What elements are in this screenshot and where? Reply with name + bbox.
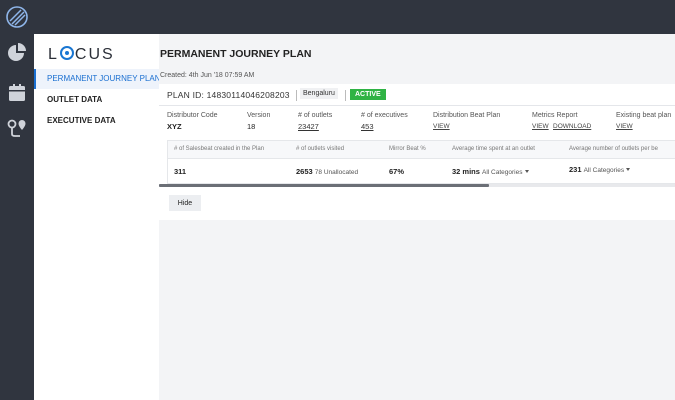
app-logo-icon[interactable] [6, 6, 28, 28]
hide-button[interactable]: Hide [169, 195, 201, 211]
top-bar [0, 0, 675, 34]
unallocated-count: 78 Unallocated [314, 169, 359, 176]
scrollbar-thumb[interactable] [159, 184, 490, 187]
route-pin-icon[interactable] [6, 116, 28, 138]
stat-label-salesbeat: # of Salesbeat created in the Plan [174, 146, 265, 152]
stat-label-avg-outlets: Average number of outlets per be [569, 146, 658, 152]
metrics-report-label: Metrics Report [532, 112, 578, 119]
avg-outlets-value: 231 [569, 165, 582, 174]
version-label: Version [247, 112, 271, 119]
category-dropdown-label: All Categories [482, 169, 523, 176]
stat-value-salesbeat: 311 [174, 167, 187, 176]
metrics-report-view-link[interactable]: VIEW [532, 123, 549, 130]
divider [296, 90, 297, 101]
stat-label-avg-time: Average time spent at an outlet [452, 146, 535, 152]
stat-value-mirror-beat: 67% [389, 167, 405, 176]
stat-value-outlets-visited: 2653 78 Unallocated [296, 167, 358, 176]
chevron-down-icon [524, 170, 529, 173]
divider [345, 90, 346, 101]
sidebar-nav: L CUS PERMANENT JOURNEY PLAN OUTLET DATA … [34, 34, 159, 400]
existing-beat-plan-view-link[interactable]: VIEW [616, 123, 633, 130]
pie-chart-icon[interactable] [6, 42, 28, 64]
distribution-beat-plan-view-link[interactable]: VIEW [433, 123, 450, 130]
version-value: 18 [247, 122, 256, 131]
page-title: PERMANENT JOURNEY PLAN [160, 48, 312, 60]
metrics-report-download-link[interactable]: DOWNLOAD [553, 123, 591, 130]
calendar-icon[interactable] [6, 82, 28, 104]
created-timestamp: Created: 4th Jun '18 07:59 AM [160, 72, 255, 79]
distributor-code-label: Distributor Code [167, 112, 218, 119]
outlets-count-link[interactable]: 23427 [298, 122, 319, 131]
stat-value-avg-outlets: 231 All Categories [569, 165, 631, 174]
executives-count-label: # of executives [361, 112, 408, 119]
stats-table: # of Salesbeat created in the Plan # of … [167, 140, 675, 184]
stat-label-mirror-beat: Mirror Beat % [389, 146, 426, 152]
horizontal-scrollbar[interactable] [159, 184, 675, 187]
plan-card: PLAN ID: 14830114046208203 Bengaluru ACT… [159, 84, 675, 220]
outlets-visited-count: 2653 [296, 167, 313, 176]
brand-logo: L CUS [48, 46, 115, 64]
sidebar-item-executive-data[interactable]: EXECUTIVE DATA [34, 111, 159, 131]
region-tag: Bengaluru [300, 88, 338, 99]
distributor-code-value: XYZ [167, 122, 182, 131]
category-dropdown-label: All Categories [583, 167, 625, 174]
icon-rail [0, 34, 34, 400]
main-content: PERMANENT JOURNEY PLAN Created: 4th Jun … [159, 34, 675, 400]
status-badge: ACTIVE [350, 89, 386, 100]
brand-text-end: CUS [74, 46, 115, 63]
plan-id: PLAN ID: 14830114046208203 [167, 90, 290, 100]
stat-value-avg-time: 32 mins All Categories [452, 167, 529, 176]
distribution-beat-plan-label: Distribution Beat Plan [433, 112, 501, 119]
avg-time-value: 32 mins [452, 167, 480, 176]
chevron-down-icon [626, 168, 631, 171]
outlets-count-label: # of outlets [298, 112, 333, 119]
stat-label-outlets-visited: # of outlets visited [296, 146, 345, 152]
brand-text-start: L [48, 46, 59, 63]
card-divider [159, 105, 675, 106]
brand-o-icon [59, 46, 74, 60]
existing-beat-plan-label: Existing beat plan [616, 112, 672, 119]
sidebar-item-outlet-data[interactable]: OUTLET DATA [34, 90, 159, 110]
avg-outlets-category-dropdown[interactable]: All Categories [583, 167, 631, 174]
sidebar-item-permanent-journey-plan[interactable]: PERMANENT JOURNEY PLAN [34, 69, 159, 89]
executives-count-link[interactable]: 453 [361, 122, 374, 131]
avg-time-category-dropdown[interactable]: All Categories [482, 169, 529, 176]
